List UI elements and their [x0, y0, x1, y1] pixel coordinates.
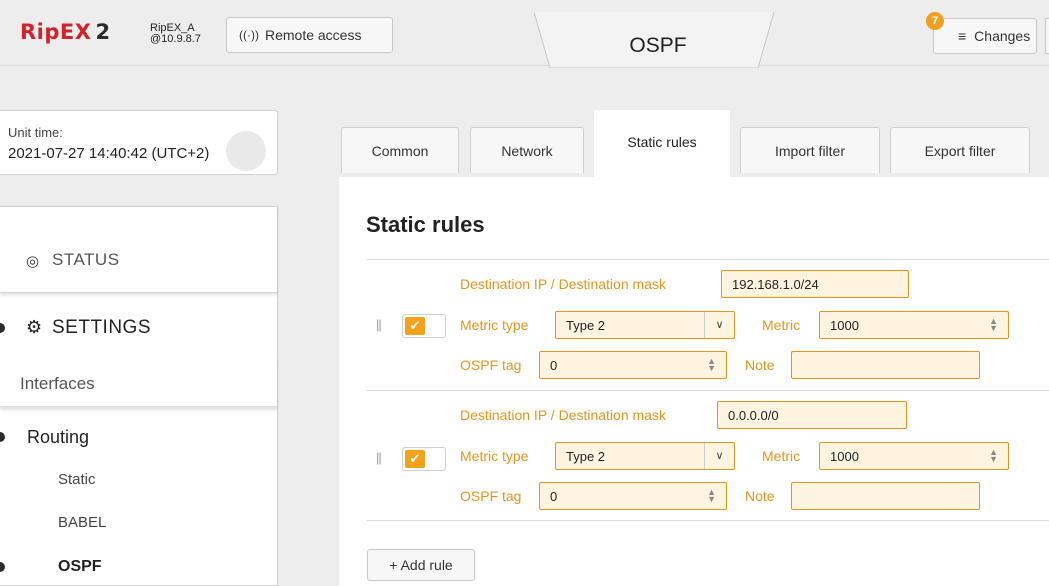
rule-separator [367, 259, 1049, 260]
metric-input[interactable]: 1000 ▲ ▼ [819, 442, 1009, 470]
ospf-tag-value: 0 [550, 358, 558, 373]
plus-icon: + [389, 557, 398, 573]
ospf-tag-label: OSPF tag [460, 488, 522, 504]
metric-label: Metric [762, 448, 801, 464]
overflow-button[interactable] [1045, 18, 1049, 54]
rule-enabled-toggle[interactable]: ✔ [402, 314, 446, 338]
ospf-tag-label: OSPF tag [460, 357, 522, 373]
metric-type-select[interactable]: Type 2 ∨ [555, 311, 735, 339]
drag-handle-icon[interactable]: || [376, 317, 382, 332]
spinner-icon[interactable]: ▲ ▼ [707, 357, 716, 373]
note-input[interactable] [791, 351, 980, 379]
top-bar: RipEX 2 RipEX_A @10.9.8.7 ((·)) Remote ac… [0, 0, 1049, 68]
sidebar-item-label: STATUS [52, 250, 120, 269]
page-title-tab: OSPF [534, 12, 782, 68]
drag-handle-icon[interactable]: || [376, 450, 382, 465]
check-icon: ✔ [405, 450, 425, 468]
rule-separator [367, 390, 1049, 391]
gears-icon: ⚙ [26, 317, 43, 337]
metric-label: Metric [762, 317, 801, 333]
sidebar: ◎ STATUS ⚙ SETTINGS Interfaces Routing S… [0, 206, 278, 586]
chevron-down-icon: ∨ [704, 312, 734, 338]
metric-input[interactable]: 1000 ▲ ▼ [819, 311, 1009, 339]
page-title: OSPF [629, 34, 687, 57]
metric-type-select[interactable]: Type 2 ∨ [555, 442, 735, 470]
changes-button[interactable]: ≡ Changes [933, 18, 1037, 54]
note-label: Note [745, 488, 775, 504]
ospf-tag-input[interactable]: 0 ▲ ▼ [539, 482, 727, 510]
destination-input[interactable]: 0.0.0.0/0 [717, 401, 907, 429]
sidebar-item-settings[interactable]: ⚙ SETTINGS [0, 297, 277, 357]
metric-type-value: Type 2 [566, 449, 606, 464]
add-rule-button[interactable]: + Add rule [367, 549, 475, 581]
active-marker [0, 323, 5, 333]
static-rules-panel: Static rules || ✔ Destination IP / Desti… [339, 177, 1049, 586]
section-title: Static rules [366, 212, 485, 237]
tab-network[interactable]: Network [470, 127, 584, 173]
destination-input[interactable]: 192.168.1.0/24 [721, 270, 909, 298]
sidebar-item-static[interactable]: Static [58, 471, 96, 488]
unit-identity: RipEX_A @10.9.8.7 [150, 23, 201, 45]
sidebar-item-label: Routing [27, 427, 90, 447]
spinner-icon[interactable]: ▲ ▼ [989, 448, 998, 464]
active-marker [0, 432, 5, 442]
changes-count-badge: 7 [926, 12, 944, 30]
tab-common[interactable]: Common [341, 127, 459, 173]
active-marker [0, 562, 5, 572]
ripex-logo: RipEX 2 [20, 20, 111, 44]
metric-value: 1000 [830, 318, 859, 333]
chevron-down-icon: ∨ [704, 443, 734, 469]
tab-import-filter[interactable]: Import filter [740, 127, 880, 173]
note-input[interactable] [791, 482, 980, 510]
destination-label: Destination IP / Destination mask [460, 407, 666, 423]
unit-time-panel: Unit time: 2021-07-27 14:40:42 (UTC+2) [0, 110, 278, 175]
list-icon: ≡ [958, 28, 967, 44]
rule-enabled-toggle[interactable]: ✔ [402, 447, 446, 471]
spinner-icon[interactable]: ▲ ▼ [989, 317, 998, 333]
unit-ip: @10.9.8.7 [150, 33, 201, 45]
sidebar-item-label: OSPF [58, 558, 102, 575]
antenna-icon: ((·)) [239, 28, 259, 42]
sidebar-item-ospf[interactable]: OSPF [0, 555, 277, 579]
sidebar-item-babel[interactable]: BABEL [58, 514, 106, 531]
check-icon: ✔ [405, 317, 425, 335]
spinner-icon[interactable]: ▲ ▼ [707, 488, 716, 504]
tab-export-filter[interactable]: Export filter [890, 127, 1030, 173]
sidebar-item-interfaces[interactable]: Interfaces [0, 357, 277, 407]
rule-separator [367, 520, 1049, 521]
note-label: Note [745, 357, 775, 373]
metric-type-value: Type 2 [566, 318, 606, 333]
clock-icon [226, 131, 266, 171]
metric-value: 1000 [830, 449, 859, 464]
gauge-icon: ◎ [26, 253, 40, 270]
sidebar-item-routing[interactable]: Routing [0, 423, 277, 453]
ospf-tag-input[interactable]: 0 ▲ ▼ [539, 351, 727, 379]
remote-access-button[interactable]: ((·)) Remote access [226, 17, 393, 53]
destination-label: Destination IP / Destination mask [460, 276, 666, 292]
sidebar-item-label: SETTINGS [52, 317, 152, 338]
sidebar-item-status[interactable]: ◎ STATUS [0, 207, 277, 293]
metric-type-label: Metric type [460, 448, 529, 464]
sidebar-item-label: Interfaces [20, 374, 95, 393]
ospf-tag-value: 0 [550, 489, 558, 504]
tab-static-rules[interactable]: Static rules [594, 110, 730, 177]
metric-type-label: Metric type [460, 317, 529, 333]
